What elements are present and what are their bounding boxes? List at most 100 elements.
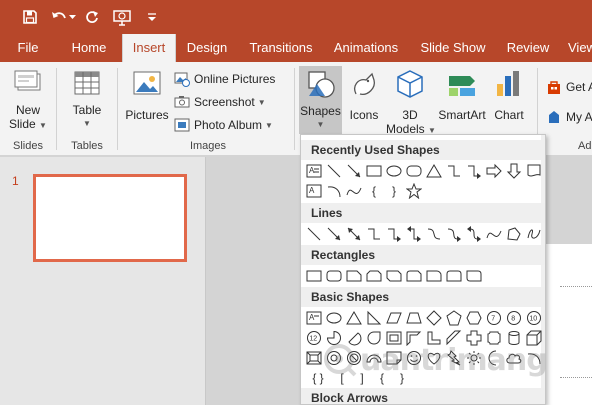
hexagon-shape[interactable] (464, 308, 484, 328)
tab-view[interactable]: View (568, 34, 592, 62)
arc-shape[interactable] (324, 181, 344, 201)
undo-icon[interactable] (48, 7, 70, 27)
star-shape[interactable] (404, 181, 424, 201)
elbow-double-arrow-connector-shape[interactable] (404, 224, 424, 244)
elbow-connector-shape[interactable] (364, 224, 384, 244)
curved-double-arrow-connector-shape[interactable] (464, 224, 484, 244)
smartart-button[interactable]: SmartArt (436, 68, 488, 138)
curved-arrow-connector-shape[interactable] (444, 224, 464, 244)
scribble-shape[interactable] (524, 224, 544, 244)
screenshot-button[interactable]: Screenshot ▼ (174, 91, 266, 113)
right-brace-shape[interactable]: } (384, 181, 404, 201)
sun-icon[interactable] (464, 348, 484, 368)
right-triangle-shape[interactable] (364, 308, 384, 328)
plaque-shape[interactable] (484, 328, 504, 348)
tab-file[interactable]: File (9, 34, 47, 62)
snip-same-side-corner-rectangle-shape[interactable] (364, 266, 384, 286)
new-slide-button[interactable]: New Slide ▼ (6, 68, 50, 138)
text-box-shape[interactable]: A (304, 161, 324, 181)
cross-shape[interactable] (464, 328, 484, 348)
snip-single-corner-rectangle-shape[interactable] (344, 266, 364, 286)
tab-animations[interactable]: Animations (331, 34, 401, 62)
parallelogram-shape[interactable] (384, 308, 404, 328)
tab-slide-show[interactable]: Slide Show (418, 34, 488, 62)
snip-and-round-rectangle-shape[interactable] (404, 266, 424, 286)
arrow-line-shape[interactable] (324, 224, 344, 244)
pentagon-shape[interactable] (444, 308, 464, 328)
left-brace-shape[interactable]: { (364, 181, 384, 201)
rounded-rectangle-shape[interactable] (324, 266, 344, 286)
round-single-corner-rectangle-shape[interactable] (424, 266, 444, 286)
arrow-line-shape[interactable] (344, 161, 364, 181)
round-diagonal-corner-rectangle-shape[interactable] (464, 266, 484, 286)
tab-transitions[interactable]: Transitions (246, 34, 316, 62)
pictures-button[interactable]: Pictures (123, 68, 171, 138)
tab-design[interactable]: Design (182, 34, 232, 62)
curved-connector-shape[interactable] (424, 224, 444, 244)
trapezoid-shape[interactable] (404, 308, 424, 328)
photo-album-button[interactable]: Photo Album ▼ (174, 114, 273, 136)
rectangle-shape[interactable] (364, 161, 384, 181)
3d-models-button[interactable]: 3D Models ▼ (386, 68, 436, 138)
bevel-shape[interactable] (304, 348, 324, 368)
elbow-arrow-connector-shape[interactable] (464, 161, 484, 181)
rounded-rectangle-shape[interactable] (404, 161, 424, 181)
oval-shape[interactable] (384, 161, 404, 181)
diamond-shape[interactable] (424, 308, 444, 328)
curve-shape[interactable] (344, 181, 364, 201)
moon-icon[interactable] (484, 348, 504, 368)
triangle-shape[interactable] (424, 161, 444, 181)
rectangle-shape[interactable] (304, 266, 324, 286)
online-pictures-button[interactable]: Online Pictures (174, 68, 275, 90)
tab-review[interactable]: Review (503, 34, 553, 62)
vertical-text-box-shape[interactable]: A (304, 181, 324, 201)
round-same-side-corner-rectangle-shape[interactable] (444, 266, 464, 286)
right-bracket-shape[interactable]: ] (352, 368, 372, 388)
l-shape[interactable] (424, 328, 444, 348)
cube-shape[interactable] (524, 328, 544, 348)
my-addins-button[interactable]: My A (546, 106, 592, 128)
smiley-face-icon[interactable] (404, 348, 424, 368)
present-from-beginning-icon[interactable] (111, 7, 133, 27)
diagonal-stripe-shape[interactable] (444, 328, 464, 348)
heptagon-shape[interactable]: 7 (484, 308, 504, 328)
oval-shape[interactable] (324, 308, 344, 328)
freeform-shape[interactable] (504, 224, 524, 244)
dodecagon-shape[interactable]: 12 (304, 328, 324, 348)
shapes-button[interactable]: Shapes ▼ (299, 66, 342, 134)
elbow-connector-shape[interactable] (444, 161, 464, 181)
half-frame-shape[interactable] (404, 328, 424, 348)
donut-shape[interactable] (324, 348, 344, 368)
customize-toolbar-icon[interactable] (145, 7, 159, 27)
undo-dropdown-icon[interactable] (68, 7, 76, 27)
lightning-bolt-icon[interactable] (444, 348, 464, 368)
isosceles-triangle-shape[interactable] (344, 308, 364, 328)
curve-shape[interactable] (484, 224, 504, 244)
folded-corner-shape[interactable] (384, 348, 404, 368)
chart-button[interactable]: Chart (490, 68, 528, 138)
cloud-icon[interactable] (504, 348, 524, 368)
right-arrow-shape[interactable] (484, 161, 504, 181)
get-addins-button[interactable]: Get A (546, 76, 592, 98)
arc-shape[interactable] (524, 348, 544, 368)
save-icon[interactable] (20, 7, 40, 27)
icons-button[interactable]: Icons (345, 68, 383, 138)
can-shape[interactable] (504, 328, 524, 348)
flowchart-document-shape[interactable] (524, 161, 544, 181)
tab-insert[interactable]: Insert (122, 34, 176, 62)
text-box-shape[interactable]: A (304, 308, 324, 328)
line-shape[interactable] (304, 224, 324, 244)
frame-shape[interactable] (384, 328, 404, 348)
down-arrow-shape[interactable] (504, 161, 524, 181)
repeat-icon[interactable] (82, 7, 102, 27)
heart-icon[interactable] (424, 348, 444, 368)
table-button[interactable]: Table ▼ (64, 68, 110, 138)
double-arrow-line-shape[interactable] (344, 224, 364, 244)
teardrop-shape[interactable] (364, 328, 384, 348)
slide-thumbnail[interactable] (33, 174, 187, 262)
decagon-shape[interactable]: 10 (524, 308, 544, 328)
right-brace-shape[interactable]: } (392, 368, 412, 388)
line-shape[interactable] (324, 161, 344, 181)
snip-diagonal-corner-rectangle-shape[interactable] (384, 266, 404, 286)
elbow-arrow-connector-shape[interactable] (384, 224, 404, 244)
